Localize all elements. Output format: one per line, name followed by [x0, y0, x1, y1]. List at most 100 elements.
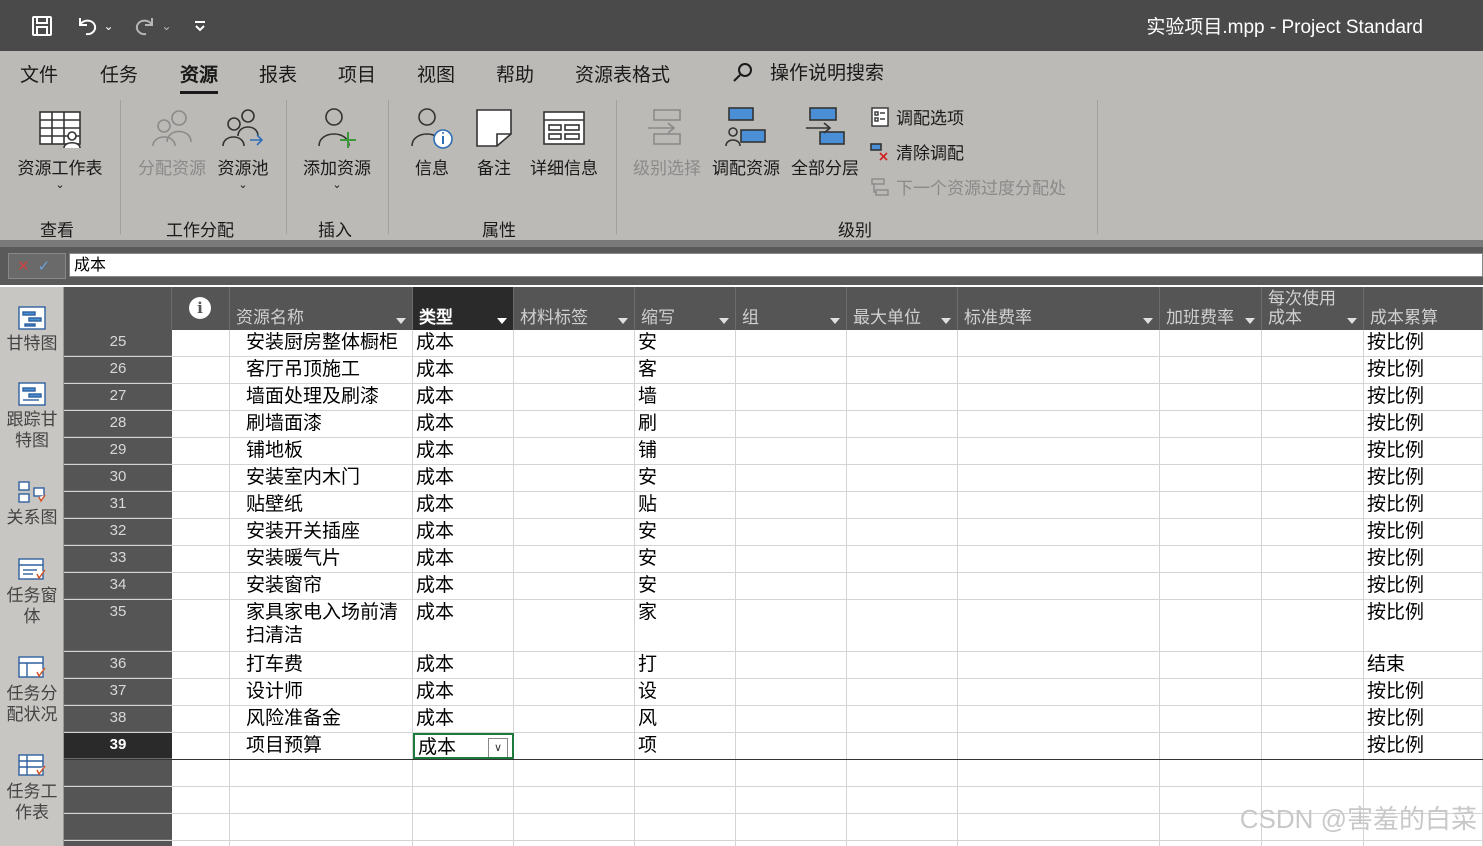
row-id[interactable]: [64, 841, 172, 846]
empty-cell[interactable]: [514, 384, 635, 410]
empty-cell[interactable]: [172, 546, 230, 572]
level-resource-button[interactable]: 调配资源: [708, 106, 784, 179]
level-selection-button[interactable]: 级别选择: [628, 106, 706, 179]
empty-cell[interactable]: [172, 411, 230, 437]
empty-cell[interactable]: [958, 600, 1160, 651]
filter-dropdown-icon[interactable]: [830, 318, 840, 324]
empty-cell[interactable]: [847, 679, 958, 705]
empty-cell[interactable]: [1364, 760, 1483, 786]
empty-cell[interactable]: [1262, 546, 1364, 572]
empty-cell[interactable]: [736, 384, 847, 410]
empty-cell[interactable]: [958, 841, 1160, 846]
accrue-at-cell[interactable]: 按比例: [1364, 706, 1483, 732]
empty-cell[interactable]: [635, 760, 736, 786]
tab-help[interactable]: 帮助: [496, 60, 534, 87]
table-row[interactable]: 35 家具家电入场前清扫清洁 成本 家 按比例: [64, 600, 1483, 652]
initials-cell[interactable]: 安: [635, 465, 736, 491]
empty-cell[interactable]: [1262, 652, 1364, 678]
filter-dropdown-icon[interactable]: [1245, 318, 1255, 324]
resource-name-cell[interactable]: 贴壁纸: [230, 492, 413, 518]
accrue-at-cell[interactable]: 按比例: [1364, 679, 1483, 705]
empty-cell[interactable]: [514, 679, 635, 705]
empty-cell[interactable]: [514, 492, 635, 518]
accrue-at-cell[interactable]: 按比例: [1364, 411, 1483, 437]
empty-cell[interactable]: [1160, 357, 1262, 383]
empty-cell[interactable]: [1160, 438, 1262, 464]
accrue-at-cell[interactable]: 按比例: [1364, 492, 1483, 518]
tab-resource-sheet-format[interactable]: 资源表格式: [575, 60, 670, 87]
empty-cell[interactable]: [958, 330, 1160, 356]
table-row[interactable]: 27 墙面处理及刷漆 成本 墙 按比例: [64, 384, 1483, 411]
empty-cell[interactable]: [958, 357, 1160, 383]
initials-cell[interactable]: 设: [635, 679, 736, 705]
empty-cell[interactable]: [1160, 330, 1262, 356]
empty-cell[interactable]: [736, 519, 847, 545]
view-task-usage[interactable]: 任务分配状况: [0, 655, 64, 726]
column-header-material-label[interactable]: 材料标签: [514, 287, 635, 330]
empty-cell[interactable]: [172, 733, 230, 759]
empty-cell[interactable]: [172, 652, 230, 678]
empty-cell[interactable]: [1262, 733, 1364, 759]
empty-cell[interactable]: [1160, 733, 1262, 759]
empty-cell[interactable]: [230, 760, 413, 786]
empty-cell[interactable]: [514, 357, 635, 383]
initials-cell[interactable]: 铺: [635, 438, 736, 464]
empty-cell[interactable]: [172, 384, 230, 410]
empty-cell[interactable]: [1160, 519, 1262, 545]
column-header-initials[interactable]: 缩写: [635, 287, 736, 330]
empty-cell[interactable]: [413, 760, 514, 786]
empty-cell[interactable]: [847, 841, 958, 846]
empty-cell[interactable]: [413, 814, 514, 840]
empty-cell[interactable]: [1160, 760, 1262, 786]
row-id[interactable]: 32: [64, 519, 172, 545]
row-id[interactable]: 35: [64, 600, 172, 651]
table-row[interactable]: 39 项目预算 成本 ∨ 项 按比例: [64, 733, 1483, 760]
tell-me-search[interactable]: 操作说明搜索: [732, 58, 884, 85]
accrue-at-cell[interactable]: 按比例: [1364, 573, 1483, 599]
empty-cell[interactable]: [958, 438, 1160, 464]
empty-cell[interactable]: [736, 841, 847, 846]
empty-cell[interactable]: [172, 600, 230, 651]
details-button[interactable]: 详细信息: [526, 106, 602, 179]
formula-cancel-confirm[interactable]: ✕ ✓: [8, 253, 66, 279]
empty-cell[interactable]: [230, 841, 413, 846]
accrue-at-cell[interactable]: 按比例: [1364, 384, 1483, 410]
initials-cell[interactable]: 安: [635, 573, 736, 599]
row-id[interactable]: 34: [64, 573, 172, 599]
empty-cell[interactable]: [847, 573, 958, 599]
empty-cell[interactable]: [847, 330, 958, 356]
empty-cell[interactable]: [514, 760, 635, 786]
view-tracking-gantt[interactable]: 跟踪甘特图: [0, 381, 64, 452]
row-id[interactable]: [64, 787, 172, 813]
resource-name-cell[interactable]: 打车费: [230, 652, 413, 678]
row-id[interactable]: 37: [64, 679, 172, 705]
empty-cell[interactable]: [514, 600, 635, 651]
empty-cell[interactable]: [1160, 600, 1262, 651]
empty-cell[interactable]: [514, 411, 635, 437]
type-dropdown-icon[interactable]: ∨: [488, 738, 508, 757]
empty-cell[interactable]: [847, 787, 958, 813]
tab-report[interactable]: 报表: [259, 60, 297, 87]
filter-dropdown-icon[interactable]: [497, 318, 507, 324]
tab-resource[interactable]: 资源: [180, 60, 219, 95]
empty-cell[interactable]: [736, 600, 847, 651]
empty-cell[interactable]: [635, 787, 736, 813]
empty-cell[interactable]: [172, 519, 230, 545]
resource-name-cell[interactable]: 铺地板: [230, 438, 413, 464]
empty-cell[interactable]: [1262, 519, 1364, 545]
resource-name-cell[interactable]: 设计师: [230, 679, 413, 705]
accrue-at-cell[interactable]: 按比例: [1364, 438, 1483, 464]
table-row[interactable]: 30 安装室内木门 成本 安 按比例: [64, 465, 1483, 492]
resource-name-cell[interactable]: 墙面处理及刷漆: [230, 384, 413, 410]
empty-cell[interactable]: [514, 841, 635, 846]
next-overallocation-button[interactable]: 下一个资源过度分配处: [870, 174, 1066, 199]
type-cell[interactable]: 成本: [413, 573, 514, 599]
empty-cell[interactable]: [514, 814, 635, 840]
row-id[interactable]: [64, 760, 172, 786]
save-icon[interactable]: [26, 0, 58, 51]
row-id[interactable]: 33: [64, 546, 172, 572]
empty-cell[interactable]: [230, 787, 413, 813]
row-id[interactable]: 31: [64, 492, 172, 518]
tab-project[interactable]: 项目: [338, 60, 376, 87]
column-header-name[interactable]: 资源名称: [230, 287, 413, 330]
